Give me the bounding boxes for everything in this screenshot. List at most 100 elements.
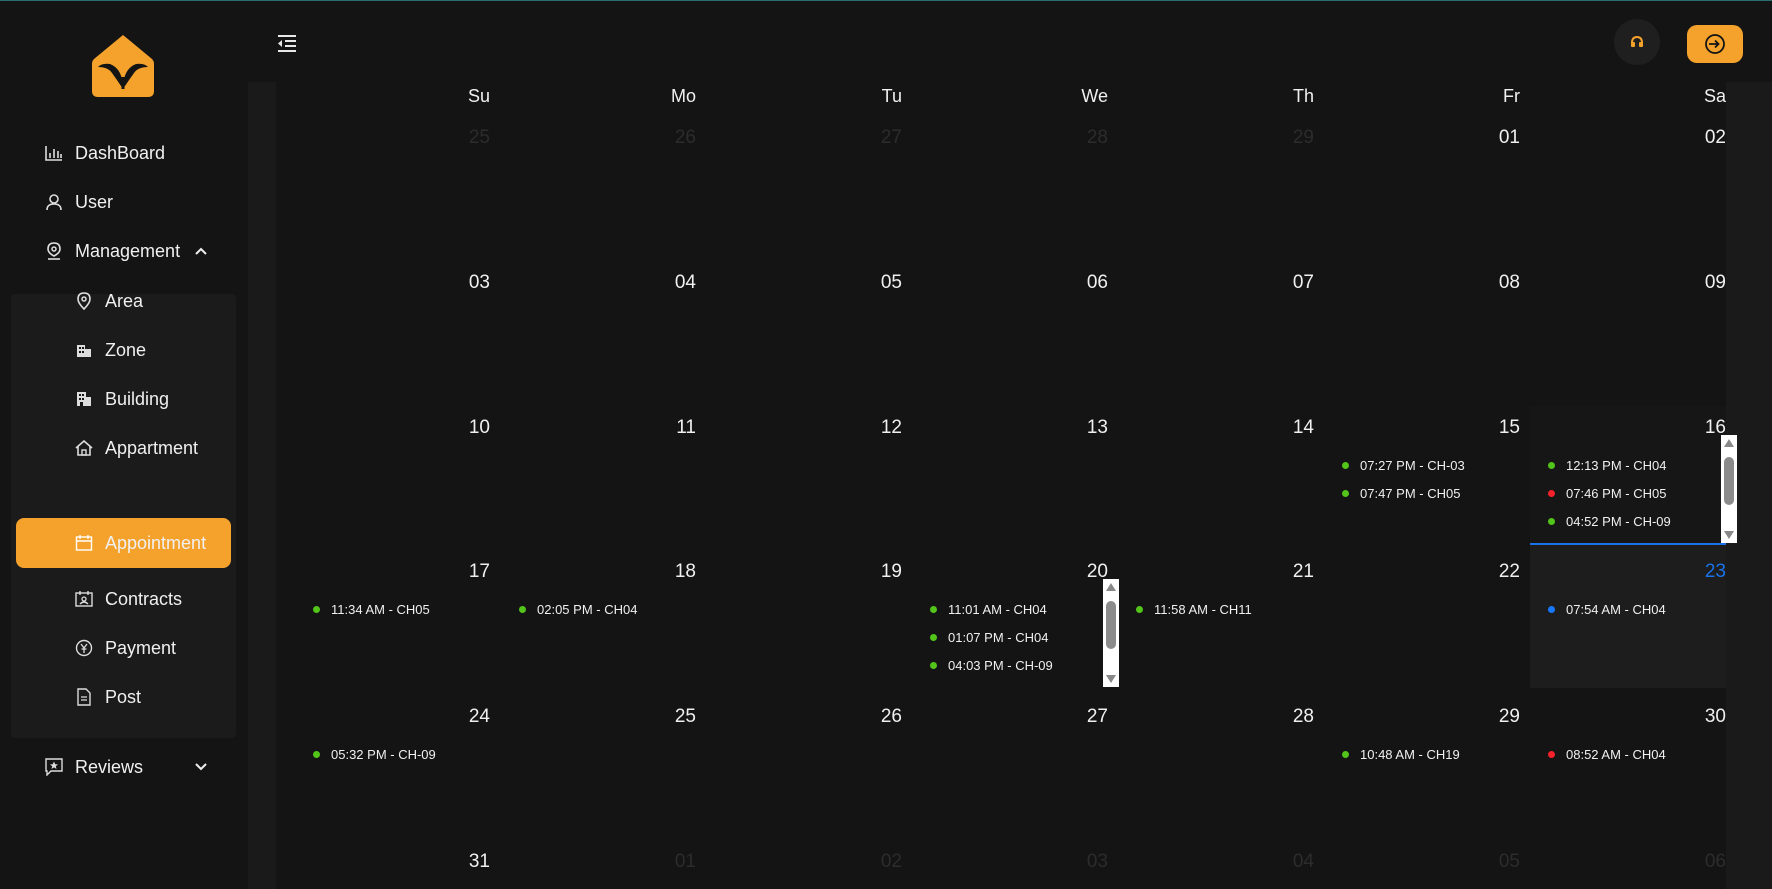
day-number[interactable]: 23 (1686, 561, 1726, 583)
logout-button[interactable] (1687, 25, 1743, 63)
sidebar-item-area[interactable]: Area (0, 276, 248, 326)
weekday-header: We (1081, 86, 1108, 106)
event-item[interactable]: 07:47 PM - CH05 (1342, 486, 1460, 501)
yen-icon (74, 638, 94, 658)
day-number[interactable]: 15 (1480, 417, 1520, 439)
support-button[interactable] (1614, 19, 1660, 65)
event-item[interactable]: 11:01 AM - CH04 (930, 602, 1047, 617)
day-number[interactable]: 17 (450, 561, 490, 583)
scroll-up-icon[interactable] (1724, 439, 1734, 447)
calendar-icon (74, 533, 94, 553)
scroll-up-icon[interactable] (1106, 583, 1116, 591)
scroll-down-icon[interactable] (1724, 531, 1734, 539)
sidebar-item-reviews[interactable]: Reviews (0, 742, 248, 792)
event-label: 11:58 AM - CH11 (1154, 602, 1252, 617)
event-item[interactable]: 04:03 PM - CH-09 (930, 658, 1053, 673)
day-number[interactable]: 30 (1686, 706, 1726, 728)
event-label: 11:01 AM - CH04 (948, 602, 1047, 617)
logo-icon (92, 35, 154, 97)
day-number[interactable]: 26 (656, 127, 696, 149)
event-item[interactable]: 07:46 PM - CH05 (1548, 486, 1666, 501)
day-number[interactable]: 01 (656, 851, 696, 873)
sidebar-item-label: Management (75, 240, 181, 261)
day-number[interactable]: 29 (1480, 706, 1520, 728)
sidebar-item-user[interactable]: User (0, 177, 248, 227)
sidebar-item-post[interactable]: Post (0, 672, 248, 722)
scroll-down-icon[interactable] (1106, 675, 1116, 683)
event-item[interactable]: 08:52 AM - CH04 (1548, 747, 1666, 762)
event-item[interactable]: 04:52 PM - CH-09 (1548, 514, 1671, 529)
star-message-icon (44, 757, 64, 777)
scroll-thumb[interactable] (1724, 457, 1734, 505)
event-label: 11:34 AM - CH05 (331, 602, 430, 617)
sidebar-item-dashboard[interactable]: DashBoard (0, 128, 248, 178)
event-item[interactable]: 12:13 PM - CH04 (1548, 458, 1666, 473)
day-number[interactable]: 22 (1480, 561, 1520, 583)
event-label: 02:05 PM - CH04 (537, 602, 638, 617)
sidebar-item-label: Building (105, 388, 170, 409)
location-icon (74, 291, 94, 311)
day-number[interactable]: 19 (862, 561, 902, 583)
day-number[interactable]: 27 (1068, 706, 1108, 728)
day-number[interactable]: 29 (1274, 127, 1314, 149)
event-item[interactable]: 05:32 PM - CH-09 (313, 747, 436, 762)
day-number[interactable]: 28 (1068, 127, 1108, 149)
day-number[interactable]: 26 (862, 706, 902, 728)
event-item[interactable]: 11:34 AM - CH05 (313, 602, 430, 617)
day-number[interactable]: 18 (656, 561, 696, 583)
day-number[interactable]: 05 (1480, 851, 1520, 873)
day-number[interactable]: 13 (1068, 417, 1108, 439)
building-icon (74, 389, 94, 409)
day-number[interactable]: 25 (450, 127, 490, 149)
sidebar-item-contracts[interactable]: Contracts (0, 574, 248, 624)
day-number[interactable]: 21 (1274, 561, 1314, 583)
sidebar-item-payment[interactable]: Payment (0, 623, 248, 673)
day-number[interactable]: 08 (1480, 272, 1520, 294)
event-item[interactable]: 02:05 PM - CH04 (519, 602, 637, 617)
day-number[interactable]: 11 (656, 417, 696, 439)
event-item[interactable]: 07:54 AM - CH04 (1548, 602, 1666, 617)
day-number[interactable]: 02 (862, 851, 902, 873)
event-item[interactable]: 01:07 PM - CH04 (930, 630, 1048, 645)
day-number[interactable]: 12 (862, 417, 902, 439)
sidebar-item-appartment[interactable]: Appartment (0, 423, 248, 473)
event-item[interactable]: 07:27 PM - CH-03 (1342, 458, 1465, 473)
day-number[interactable]: 06 (1686, 851, 1726, 873)
day-number[interactable]: 06 (1068, 272, 1108, 294)
status-dot (1136, 606, 1143, 613)
day-number[interactable]: 03 (450, 272, 490, 294)
day-number[interactable]: 28 (1274, 706, 1314, 728)
sidebar-item-building[interactable]: Building (0, 374, 248, 424)
day-number[interactable]: 05 (862, 272, 902, 294)
day-number[interactable]: 27 (862, 127, 902, 149)
day-number[interactable]: 24 (450, 706, 490, 728)
day-number[interactable]: 04 (1274, 851, 1314, 873)
menu-fold-icon[interactable] (275, 31, 299, 55)
day-number[interactable]: 03 (1068, 851, 1108, 873)
day-number[interactable]: 25 (656, 706, 696, 728)
sidebar-item-appointment[interactable]: Appointment (0, 518, 248, 568)
sidebar: DashBoard User Management Area Zone Buil… (0, 1, 248, 889)
day-number[interactable]: 20 (1068, 561, 1108, 583)
sidebar-item-label: Area (105, 290, 144, 311)
scroll-thumb[interactable] (1106, 601, 1116, 649)
cell-scrollbar[interactable] (1721, 435, 1737, 543)
cell-scrollbar[interactable] (1103, 579, 1119, 687)
sidebar-item-label: Appointment (105, 532, 207, 553)
event-item[interactable]: 11:58 AM - CH11 (1136, 602, 1252, 617)
day-number[interactable]: 04 (656, 272, 696, 294)
status-dot (1548, 518, 1555, 525)
sidebar-item-management[interactable]: Management (0, 226, 248, 276)
day-number[interactable]: 31 (450, 851, 490, 873)
day-number[interactable]: 09 (1686, 272, 1726, 294)
day-number[interactable]: 16 (1686, 417, 1726, 439)
day-number[interactable]: 07 (1274, 272, 1314, 294)
event-item[interactable]: 10:48 AM - CH19 (1342, 747, 1460, 762)
day-number[interactable]: 02 (1686, 127, 1726, 149)
day-number[interactable]: 10 (450, 417, 490, 439)
day-number[interactable]: 14 (1274, 417, 1314, 439)
event-label: 05:32 PM - CH-09 (331, 747, 436, 762)
sidebar-item-label: Contracts (105, 588, 183, 609)
sidebar-item-zone[interactable]: Zone (0, 325, 248, 375)
day-number[interactable]: 01 (1480, 127, 1520, 149)
